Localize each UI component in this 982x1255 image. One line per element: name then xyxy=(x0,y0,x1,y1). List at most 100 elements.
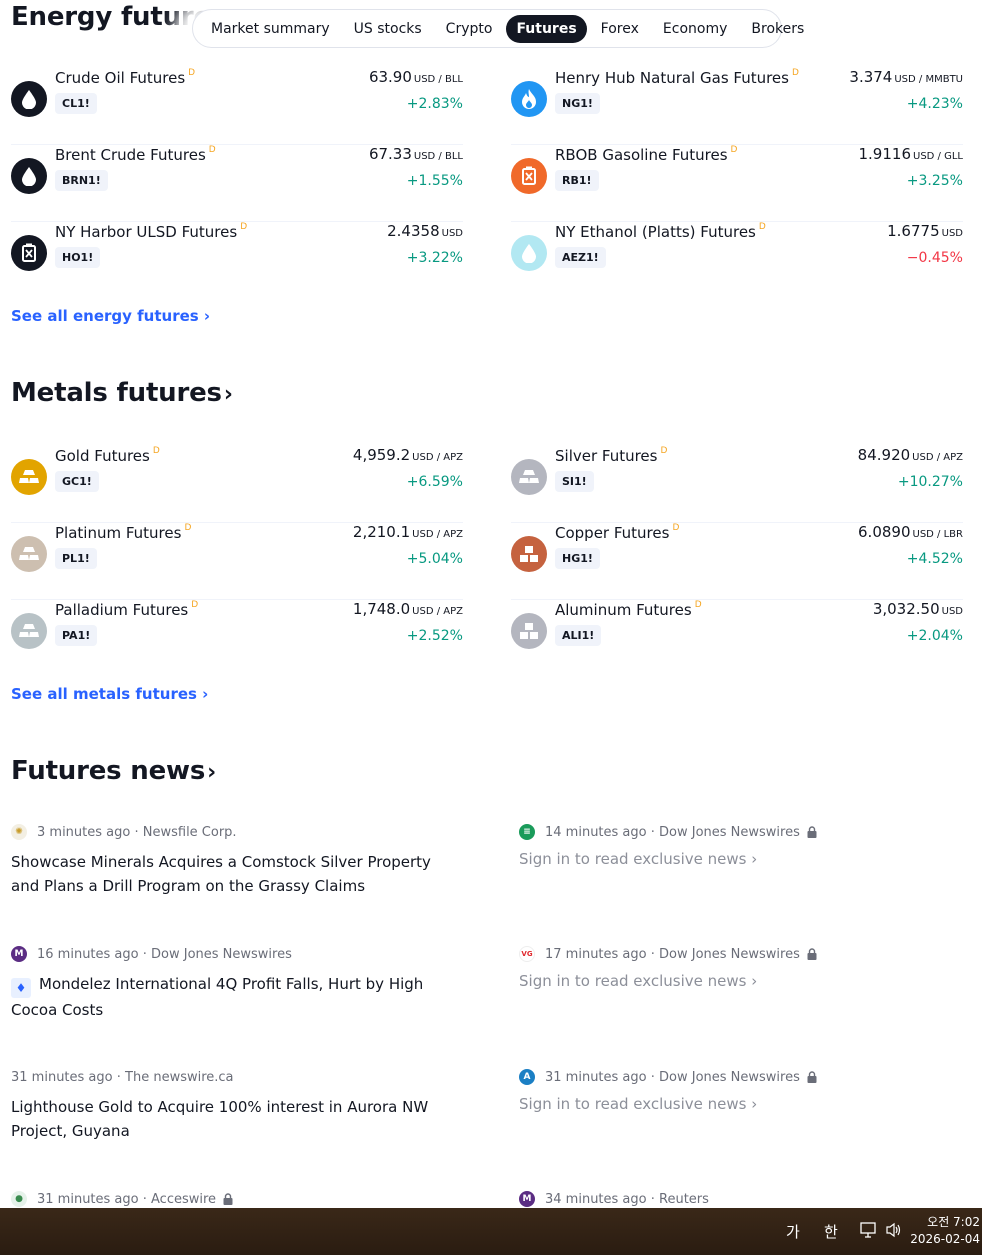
ticker-badge: RB1! xyxy=(555,170,599,191)
quote-card-ho1[interactable]: NY Harbor ULSD Futures D HO1! 2.4358 USD +… xyxy=(11,222,463,299)
quote-card-rb1[interactable]: RBOB Gasoline Futures D RB1! 1.9116 USD / … xyxy=(511,145,963,222)
ticker-badge: SI1! xyxy=(555,471,594,492)
news-time: 3 minutes ago xyxy=(37,824,131,840)
quote-card-pl1[interactable]: Platinum Futures D PL1! 2,210.1 USD / APZ … xyxy=(11,523,463,600)
silver-bars-icon xyxy=(511,459,547,495)
quote-name[interactable]: Aluminum Futures xyxy=(555,601,692,619)
quote-unit: USD / GLL xyxy=(913,151,963,162)
sign-in-link[interactable]: Sign in to read exclusive news › xyxy=(519,850,969,868)
tab-forex[interactable]: Forex xyxy=(591,15,649,43)
quote-card-cl1[interactable]: Crude Oil Futures D CL1! 63.90 USD / BLL +… xyxy=(11,68,463,145)
news-item[interactable]: VG 17 minutes ago · Dow Jones Newswires … xyxy=(519,945,969,990)
fuel-can-icon xyxy=(11,235,47,271)
quote-name[interactable]: NY Ethanol (Platts) Futures xyxy=(555,223,756,241)
gold-bars-icon xyxy=(11,459,47,495)
quote-name[interactable]: RBOB Gasoline Futures xyxy=(555,146,728,164)
ime-language-indicator[interactable]: 한 xyxy=(824,1221,838,1242)
quote-card-hg1[interactable]: Copper Futures D HG1! 6.0890 USD / LBR +4.… xyxy=(511,523,963,600)
news-item[interactable]: A 31 minutes ago · Dow Jones Newswires S… xyxy=(519,1068,969,1113)
delayed-flag: D xyxy=(184,523,192,533)
sign-in-link[interactable]: Sign in to read exclusive news › xyxy=(519,1095,969,1113)
quote-name[interactable]: NY Harbor ULSD Futures xyxy=(55,223,237,241)
taskbar: 가 한 오전 7:02 2026-02-04 xyxy=(0,1208,982,1255)
quote-change: +5.04% xyxy=(406,551,463,567)
quote-price: 1,748.0 xyxy=(352,600,411,618)
volume-icon[interactable] xyxy=(885,1222,903,1242)
ticker-badge: PL1! xyxy=(55,548,97,569)
quote-name[interactable]: Brent Crude Futures xyxy=(55,146,206,164)
aluminum-blocks-icon xyxy=(511,613,547,649)
news-item[interactable]: 31 minutes ago · The newswire.ca Lightho… xyxy=(11,1068,461,1143)
ticker-badge: CL1! xyxy=(55,93,97,114)
ticker-badge: HO1! xyxy=(55,247,101,268)
see-all-metals-link[interactable]: See all metals futures › xyxy=(11,685,208,703)
delayed-flag: D xyxy=(660,446,668,456)
quote-name[interactable]: Silver Futures xyxy=(555,447,657,465)
news-title-text: Futures news xyxy=(11,756,206,786)
news-time: 31 minutes ago xyxy=(37,1191,139,1207)
vg-logo-icon: VG xyxy=(519,946,535,962)
quote-name[interactable]: Palladium Futures xyxy=(55,601,188,619)
quote-change: +3.25% xyxy=(906,173,963,189)
flame-icon xyxy=(511,81,547,117)
ticker-badge: NG1! xyxy=(555,93,600,114)
tab-brokers[interactable]: Brokers xyxy=(741,15,814,43)
quote-card-ali1[interactable]: Aluminum Futures D ALI1! 3,032.50 USD +2.0… xyxy=(511,600,963,677)
quote-price: 2.4358 xyxy=(387,222,440,240)
market-tabs: Market summary US stocks Crypto Futures … xyxy=(192,9,804,48)
tab-market-summary[interactable]: Market summary xyxy=(201,15,340,43)
news-time: 34 minutes ago xyxy=(545,1191,647,1207)
quote-name[interactable]: Platinum Futures xyxy=(55,524,181,542)
tab-economy[interactable]: Economy xyxy=(653,15,737,43)
oil-drop-icon xyxy=(11,158,47,194)
news-item[interactable]: M 16 minutes ago · Dow Jones Newswires ♦… xyxy=(11,945,461,1022)
mondelez-logo-icon: M xyxy=(11,946,27,962)
quote-card-ng1[interactable]: Henry Hub Natural Gas Futures D NG1! 3.37… xyxy=(511,68,963,145)
company-logo-icon: M xyxy=(519,1191,535,1207)
chevron-right-icon: › xyxy=(223,382,233,407)
metals-title[interactable]: Metals futures› xyxy=(11,378,233,408)
quote-unit: USD / BLL xyxy=(413,74,463,85)
quote-card-si1[interactable]: Silver Futures D SI1! 84.920 USD / APZ +10… xyxy=(511,446,963,523)
ticker-badge: ALI1! xyxy=(555,625,602,646)
news-item[interactable]: ● 31 minutes ago · Acceswire xyxy=(11,1190,461,1208)
lock-icon xyxy=(807,826,817,838)
news-source: Dow Jones Newswires xyxy=(151,946,292,962)
news-title[interactable]: Futures news› xyxy=(11,756,216,786)
quote-price: 63.90 xyxy=(368,68,412,86)
quote-change: +1.55% xyxy=(406,173,463,189)
quote-price: 6.0890 xyxy=(858,523,911,541)
quote-name[interactable]: Copper Futures xyxy=(555,524,669,542)
news-headline[interactable]: Showcase Minerals Acquires a Comstock Si… xyxy=(11,850,461,898)
ticker-badge: AEZ1! xyxy=(555,247,606,268)
news-item[interactable]: ≡ 14 minutes ago · Dow Jones Newswires S… xyxy=(519,823,969,868)
quote-name[interactable]: Gold Futures xyxy=(55,447,150,465)
quote-price: 1.6775 xyxy=(887,222,940,240)
news-headline[interactable]: Mondelez International 4Q Profit Falls, … xyxy=(11,975,423,1019)
quote-name[interactable]: Henry Hub Natural Gas Futures xyxy=(555,69,789,87)
notification-icon[interactable] xyxy=(860,1222,878,1242)
quote-card-pa1[interactable]: Palladium Futures D PA1! 1,748.0 USD / APZ… xyxy=(11,600,463,677)
quote-change: +10.27% xyxy=(897,474,963,490)
news-item[interactable]: ✺ 3 minutes ago · Newsfile Corp. Showcas… xyxy=(11,823,461,898)
quote-price: 2,210.1 xyxy=(352,523,411,541)
news-time: 16 minutes ago xyxy=(37,946,139,962)
news-headline[interactable]: Lighthouse Gold to Acquire 100% interest… xyxy=(11,1095,461,1143)
quote-card-aez1[interactable]: NY Ethanol (Platts) Futures D AEZ1! 1.677… xyxy=(511,222,963,299)
tab-crypto[interactable]: Crypto xyxy=(436,15,503,43)
quote-change: +2.04% xyxy=(906,628,963,644)
news-item[interactable]: M 34 minutes ago · Reuters xyxy=(519,1190,969,1208)
system-clock[interactable]: 오전 7:02 2026-02-04 xyxy=(910,1214,980,1248)
ime-mode-indicator[interactable]: 가 xyxy=(786,1221,800,1242)
tab-futures[interactable]: Futures xyxy=(506,14,587,43)
quote-name[interactable]: Crude Oil Futures xyxy=(55,69,185,87)
page: Energy futures Market summary US stocks … xyxy=(0,0,982,1208)
quote-card-brn1[interactable]: Brent Crude Futures D BRN1! 67.33 USD / BL… xyxy=(11,145,463,222)
tab-us-stocks[interactable]: US stocks xyxy=(344,15,432,43)
see-all-energy-link[interactable]: See all energy futures › xyxy=(11,307,210,325)
sign-in-link[interactable]: Sign in to read exclusive news › xyxy=(519,972,969,990)
quote-card-gc1[interactable]: Gold Futures D GC1! 4,959.2 USD / APZ +6.5… xyxy=(11,446,463,523)
quote-price: 84.920 xyxy=(857,446,911,464)
delayed-flag: D xyxy=(208,145,216,155)
delayed-flag: D xyxy=(188,68,196,78)
